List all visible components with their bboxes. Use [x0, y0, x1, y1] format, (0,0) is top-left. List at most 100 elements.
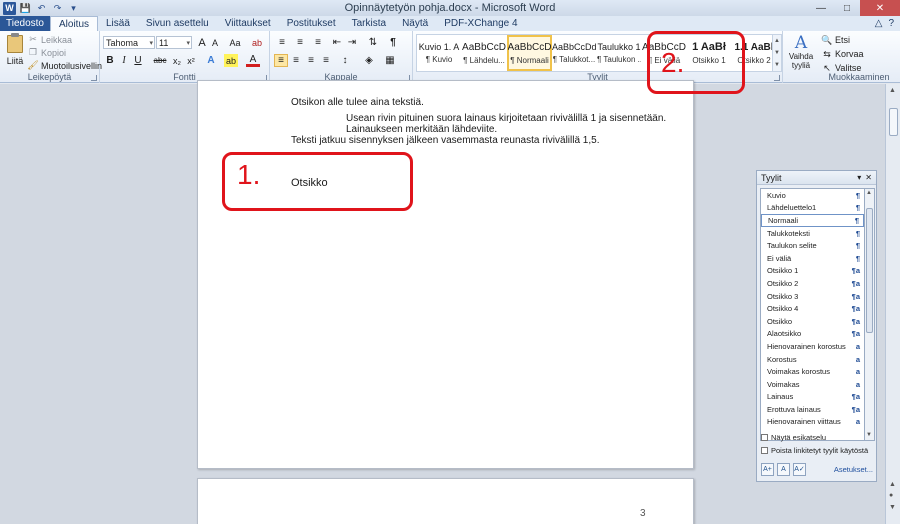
style-item[interactable]: Korostus a	[761, 353, 864, 366]
doc-paragraph[interactable]: Otsikon alle tulee aina tekstiä.	[291, 97, 424, 108]
chevron-up-icon[interactable]: ▲	[889, 87, 896, 94]
maximize-icon[interactable]: □	[834, 0, 860, 16]
find-button[interactable]: 🔍 Etsi	[821, 34, 864, 46]
change-case-button[interactable]: Aa	[225, 36, 245, 49]
tab-viittaukset[interactable]: Viittaukset	[217, 16, 279, 31]
gallery-scroll[interactable]: ▲ ▼ ▼	[772, 34, 782, 72]
checkbox[interactable]	[761, 447, 768, 454]
help-icon[interactable]: ?	[888, 18, 894, 29]
style-item[interactable]: Otsikko 2 ¶a	[761, 277, 864, 290]
font-name-box[interactable]: Tahoma ▾	[103, 36, 155, 49]
style-item[interactable]: Voimakas korostus a	[761, 365, 864, 378]
multilevel-list-icon[interactable]: ≡	[310, 36, 326, 49]
change-styles-button[interactable]: A Vaihda tyyliä	[786, 34, 816, 70]
copy-button[interactable]: ❐ Kopioi	[28, 47, 102, 58]
style-item[interactable]: Hienovarainen viittaus a	[761, 416, 864, 429]
line-spacing-icon[interactable]: ↕	[338, 54, 352, 67]
font-color-button[interactable]: A	[246, 54, 260, 67]
style-item[interactable]: Taulukon selite ¶	[761, 239, 864, 252]
style-inspector-icon[interactable]: A	[777, 462, 790, 476]
save-icon[interactable]: 💾	[19, 2, 32, 15]
style-item[interactable]: Erottuva lainaus ¶a	[761, 403, 864, 416]
highlight-button[interactable]: ab	[224, 54, 238, 67]
styles-list-scrollbar[interactable]: ▲ ▼	[865, 188, 875, 441]
disable-linked-checkbox[interactable]: Poista linkitetyt tyylit käytöstä	[761, 446, 868, 455]
page-up-icon[interactable]: ▲	[889, 481, 896, 488]
format-painter-button[interactable]: 🖌 Muotoilusivellin	[27, 60, 102, 71]
scroll-thumb[interactable]	[866, 208, 873, 333]
borders-icon[interactable]: ▦	[383, 54, 397, 67]
style-item[interactable]: Kuvio ¶	[761, 189, 864, 202]
style-item[interactable]: Talukkoteksti ¶	[761, 227, 864, 240]
show-formatting-button[interactable]: ¶	[386, 36, 400, 49]
style-item[interactable]: Hienovarainen korostus a	[761, 340, 864, 353]
style-item[interactable]: Otsikko ¶a	[761, 315, 864, 328]
word-app-icon[interactable]: W	[3, 1, 16, 15]
style-tile[interactable]: AaBbCcD ¶ Lähdelu...	[462, 35, 507, 71]
style-tile[interactable]: Kuvio 1. A ¶ Kuvio	[417, 35, 462, 71]
superscript-button[interactable]: x²	[184, 54, 198, 67]
align-right-icon[interactable]: ≡	[304, 54, 318, 67]
vertical-scrollbar[interactable]: ▲ ▲ ● ▼	[885, 84, 900, 524]
tab-tiedosto[interactable]: Tiedosto	[0, 16, 50, 31]
close-icon[interactable]: ✕	[860, 0, 900, 16]
new-style-icon[interactable]: A+	[761, 462, 774, 476]
tab-lisaa[interactable]: Lisää	[98, 16, 138, 31]
chevron-up-icon[interactable]: ▲	[866, 190, 872, 196]
shrink-font-button[interactable]: A	[208, 36, 222, 49]
undo-icon[interactable]: ↶	[35, 2, 48, 15]
options-link[interactable]: Asetukset...	[834, 465, 873, 474]
close-icon[interactable]: ✕	[865, 173, 872, 182]
customize-icon[interactable]: ▾	[67, 2, 80, 15]
dialog-launcher-icon[interactable]	[774, 75, 780, 81]
tab-sivun-asettelu[interactable]: Sivun asettelu	[138, 16, 217, 31]
numbering-icon[interactable]: ≡	[292, 36, 308, 49]
decrease-indent-icon[interactable]: ⇤	[330, 36, 344, 49]
page-down-icon[interactable]: ▼	[889, 504, 896, 511]
manage-styles-icon[interactable]: A✓	[793, 462, 806, 476]
underline-button[interactable]: U	[131, 54, 145, 67]
chevron-down-icon[interactable]: ▼	[866, 432, 872, 438]
tab-pdf-xchange[interactable]: PDF-XChange 4	[436, 16, 525, 31]
clear-format-button[interactable]: ab	[250, 36, 264, 49]
chevron-down-icon[interactable]: ▾	[857, 173, 861, 182]
increase-indent-icon[interactable]: ⇥	[345, 36, 359, 49]
doc-quote[interactable]: Lainaukseen merkitään lähdeviite.	[346, 124, 497, 135]
style-item[interactable]: Ei väliä ¶	[761, 252, 864, 265]
style-tile[interactable]: Taulukko 1 ¶ Taulukon ...	[597, 35, 642, 71]
style-item[interactable]: Lähdeluettelo1 ¶	[761, 202, 864, 215]
expand-ribbon-icon[interactable]: △	[875, 18, 883, 29]
text-effects-button[interactable]: A	[204, 54, 218, 67]
browse-object-icon[interactable]: ●	[889, 492, 893, 499]
style-item[interactable]: Otsikko 3 ¶a	[761, 290, 864, 303]
style-item[interactable]: Otsikko 4 ¶a	[761, 302, 864, 315]
minimize-icon[interactable]: —	[808, 0, 834, 16]
dialog-launcher-icon[interactable]	[91, 75, 97, 81]
doc-quote[interactable]: Usean rivin pituinen suora lainaus kirjo…	[346, 113, 666, 124]
shading-icon[interactable]: ◈	[362, 54, 376, 67]
style-tile-selected[interactable]: AaBbCcD ¶ Normaali	[507, 35, 552, 71]
chevron-up-icon[interactable]: ▲	[774, 38, 780, 44]
redo-icon[interactable]: ↷	[51, 2, 64, 15]
tab-aloitus[interactable]: Aloitus	[49, 16, 98, 31]
strikethrough-button[interactable]: abc	[151, 54, 169, 67]
sort-icon[interactable]: ⇅	[366, 36, 380, 49]
show-preview-checkbox[interactable]: Näytä esikatselu	[761, 433, 826, 442]
style-tile[interactable]: AaBbCcDd ¶ Talukkot...	[552, 35, 597, 71]
align-left-icon[interactable]: ≡	[274, 54, 288, 67]
checkbox[interactable]	[761, 434, 768, 441]
style-item[interactable]: Otsikko 1 ¶a	[761, 265, 864, 278]
paste-button[interactable]: Liitä	[4, 33, 26, 71]
chevron-down-icon[interactable]: ▼	[774, 50, 780, 56]
grow-font-button[interactable]: A	[195, 36, 209, 49]
style-item[interactable]: Lainaus ¶a	[761, 391, 864, 404]
subscript-button[interactable]: x₂	[170, 54, 184, 67]
replace-button[interactable]: ⇆ Korvaa	[822, 48, 863, 60]
bold-button[interactable]: B	[103, 54, 117, 67]
more-icon[interactable]: ▼	[774, 62, 780, 68]
align-center-icon[interactable]: ≡	[289, 54, 303, 67]
italic-button[interactable]: I	[117, 54, 131, 67]
page[interactable]	[197, 478, 694, 524]
justify-icon[interactable]: ≡	[319, 54, 333, 67]
style-item[interactable]: Alaotsikko ¶a	[761, 328, 864, 341]
